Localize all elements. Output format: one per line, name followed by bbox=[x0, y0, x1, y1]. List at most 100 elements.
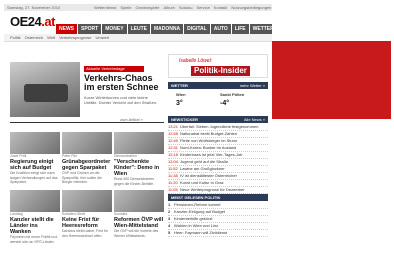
weather-box: Wien 3° Sankt Pölten -4° bbox=[168, 90, 268, 112]
news-card-text: Rund 400 Demonstranten gegen die Kinder-… bbox=[114, 177, 155, 186]
most-read-item[interactable]: 2 Kanzler-Einigung auf Budget bbox=[168, 209, 268, 216]
most-read-text: Kinderbeihilfe gekürzt bbox=[174, 216, 213, 221]
utility-link[interactable]: Service bbox=[196, 4, 209, 11]
hero-image[interactable] bbox=[10, 62, 80, 117]
main-navigation: NEWS SPORT MONEY LEUTE MADONNA DIGITAL AUTO LIF… bbox=[56, 24, 272, 34]
news-card-image[interactable] bbox=[114, 132, 164, 154]
vehicle-shape bbox=[24, 84, 68, 102]
nav-item-money[interactable]: MONEY bbox=[102, 24, 127, 34]
utility-link[interactable]: Nutzungsbedingungen bbox=[231, 4, 271, 11]
ticker-text: Kinderloses ist jetzt Vier-Tages-Job bbox=[180, 152, 243, 157]
nav-item-life[interactable]: LIFE bbox=[231, 24, 249, 34]
utility-link[interactable]: Kontakt bbox=[214, 4, 228, 11]
news-card-title[interactable]: Keine Frist für Heeresreform bbox=[62, 217, 112, 229]
ticker-time: 12:55 bbox=[168, 131, 179, 136]
subnav-item[interactable]: Politik bbox=[10, 34, 21, 41]
ticker-item[interactable]: 12:04 Jugend geht auf die Straße bbox=[168, 159, 268, 166]
date-label: Samstag, 27. November 2010 bbox=[7, 5, 61, 10]
subnav-item[interactable]: Österreich bbox=[25, 34, 43, 41]
ticker-time: 11:52 bbox=[168, 166, 178, 171]
ticker-time: 12:40 bbox=[168, 138, 179, 143]
news-card[interactable]: Soziales Reformen ÖVP will Wien-Mittelsta… bbox=[114, 190, 164, 246]
news-card-image[interactable] bbox=[10, 132, 60, 154]
ticker-item[interactable]: 11:52 Lawine am Großglockner bbox=[168, 166, 268, 173]
news-card[interactable]: Josef Pröll Regierung einigt sich auf Bud… bbox=[10, 132, 60, 188]
news-card[interactable]: Peter Pilz Grünabgeordneter gegen Sparpak… bbox=[62, 132, 112, 188]
news-card-image[interactable] bbox=[10, 190, 60, 212]
news-card[interactable]: Demonstration "Verschenkte Kinder": Demo … bbox=[114, 132, 164, 188]
news-card[interactable]: Landtag Kanzler stellt die Länder ins Wan… bbox=[10, 190, 60, 246]
news-card-text: Die ÖVP will die Vorteile des Wiener Mit… bbox=[114, 229, 159, 238]
most-read-item[interactable]: 4 Wahlen in Wien und Linz bbox=[168, 223, 268, 230]
news-card-title[interactable]: Grünabgeordneter gegen Sparpaket bbox=[62, 159, 112, 171]
ad-byline: Isabelle Löwel: bbox=[179, 58, 213, 64]
ticker-time: 12:15 bbox=[168, 152, 179, 157]
hero-text: Kurze Winterkurven und viele kleine Unfä… bbox=[84, 95, 158, 105]
ticker-time: 12:31 bbox=[168, 145, 179, 150]
ticker-text: Nationalrat berät Budget-Zahlen bbox=[180, 131, 237, 136]
subnav-item[interactable]: Welt bbox=[47, 34, 55, 41]
news-card-text: Die Koalition einigt sich nach langen Ve… bbox=[10, 171, 58, 184]
news-card-image[interactable] bbox=[62, 190, 112, 212]
ticker-item[interactable]: 11:05 Neue Wetterprognose für Dezember bbox=[168, 187, 268, 194]
news-card-title[interactable]: Reformen ÖVP will Wien-Mittelstand bbox=[114, 217, 164, 229]
news-card-text: Faymann mit neuer Politik und wendet sic… bbox=[10, 235, 58, 244]
utility-link[interactable]: Wetterdienst bbox=[94, 4, 116, 11]
utility-link[interactable]: Album bbox=[164, 4, 175, 11]
politik-insider-ad[interactable]: Isabelle Löwel: Politik-Insider bbox=[168, 54, 268, 78]
news-card-title[interactable]: Kanzler stellt die Länder ins Wanken bbox=[10, 217, 60, 235]
nav-item-wetter[interactable]: WETTER bbox=[249, 24, 272, 34]
nav-item-digital[interactable]: DIGITAL bbox=[184, 24, 210, 34]
news-card[interactable]: Soldaten-Streit Keine Frist für Heeresref… bbox=[62, 190, 112, 246]
top-utility-bar: Samstag, 27. November 2010 Wetterdienst S… bbox=[4, 4, 272, 11]
ticker-item[interactable]: 12:31 Nord-Korea: Bunker im Ausland bbox=[168, 145, 268, 152]
weather-temp: -4° bbox=[220, 100, 230, 107]
ticker-text: Kunst und Kultur in Graz bbox=[180, 180, 224, 185]
canvas: Samstag, 27. November 2010 Wetterdienst S… bbox=[0, 0, 394, 254]
site-logo[interactable]: OE24.at bbox=[10, 14, 55, 29]
most-read-text: Wahlen in Wien und Linz bbox=[174, 223, 219, 228]
most-read-text: Heer: Faymann will Zivildienst bbox=[174, 230, 228, 235]
ticker-item[interactable]: 12:15 Kinderloses ist jetzt Vier-Tages-Jo… bbox=[168, 152, 268, 159]
most-read-item[interactable]: 5 Heer: Faymann will Zivildienst bbox=[168, 230, 268, 237]
news-card-text: Darabos bleibt dabei, Frist für den Heer… bbox=[62, 229, 108, 238]
subnav-item[interactable]: Umwelt bbox=[96, 34, 109, 41]
utility-link[interactable]: Sodoku bbox=[179, 4, 193, 11]
nav-item-sport[interactable]: SPORT bbox=[78, 24, 102, 34]
most-read-item[interactable]: 3 Kinderbeihilfe gekürzt bbox=[168, 216, 268, 223]
ticker-item[interactable]: 11:38 IV ist dienstältester Österreicher bbox=[168, 173, 268, 180]
ticker-text: Lawine am Großglockner bbox=[180, 166, 225, 171]
nav-item-leute[interactable]: LEUTE bbox=[127, 24, 150, 34]
news-card-text: ÖVP und Grünen an der Sparpolitik, hier … bbox=[62, 171, 102, 184]
newsticker-header: NEWSTICKER Alle News » bbox=[168, 116, 268, 123]
utility-link[interactable]: Gewinnspiele bbox=[136, 4, 160, 11]
utility-links: Wetterdienst Spiele Gewinnspiele Album Sodok… bbox=[94, 4, 272, 11]
subnav-item[interactable]: Verkehrsprognose bbox=[59, 34, 91, 41]
nav-item-auto[interactable]: AUTO bbox=[210, 24, 231, 34]
most-read-header: MEIST GELESEN POLITIK bbox=[168, 194, 268, 201]
news-card-title[interactable]: "Verschenkte Kinder": Demo in Wien bbox=[114, 159, 164, 177]
most-read-item[interactable]: 1 Pensionen-Reform kommt bbox=[168, 202, 268, 209]
utility-link[interactable]: Spiele bbox=[120, 4, 131, 11]
hero-title[interactable]: Verkehrs-Chaos im ersten Schnee bbox=[84, 74, 162, 92]
ticker-time: 11:05 bbox=[168, 187, 178, 192]
ticker-time: 11:38 bbox=[168, 173, 178, 178]
nav-item-news[interactable]: NEWS bbox=[56, 24, 77, 34]
weather-header: WETTER mehr Wetter » bbox=[168, 82, 268, 89]
ticker-text: Nord-Korea: Bunker im Ausland bbox=[180, 145, 237, 150]
ticker-text: Neue Wetterprognose für Dezember bbox=[180, 187, 245, 192]
ticker-item[interactable]: 11:20 Kunst und Kultur in Graz bbox=[168, 180, 268, 187]
ticker-item[interactable]: 12:55 Nationalrat berät Budget-Zahlen bbox=[168, 131, 268, 138]
ticker-item[interactable]: 12:40 Pleite von Wolfsberger im Sturm bbox=[168, 138, 268, 145]
news-card-image[interactable] bbox=[62, 132, 112, 154]
newsticker-more-link[interactable]: Alle News » bbox=[244, 116, 265, 123]
content-area: Aktuelle Verkehrslage Verkehrs-Chaos im … bbox=[10, 54, 268, 248]
news-card-title[interactable]: Regierung einigt sich auf Budget bbox=[10, 159, 60, 171]
ticker-text: Pleite von Wolfsberger im Sturm bbox=[180, 138, 238, 143]
weather-more-link[interactable]: mehr Wetter » bbox=[240, 82, 265, 89]
nav-item-madonna[interactable]: MADONNA bbox=[150, 24, 184, 34]
newsticker-list: 13:21 Überfall: Sieben Jugendliche festge… bbox=[168, 124, 268, 201]
ticker-item[interactable]: 13:21 Überfall: Sieben Jugendliche festge… bbox=[168, 124, 268, 131]
ticker-time: 13:21 bbox=[168, 124, 179, 129]
news-card-image[interactable] bbox=[114, 190, 164, 212]
